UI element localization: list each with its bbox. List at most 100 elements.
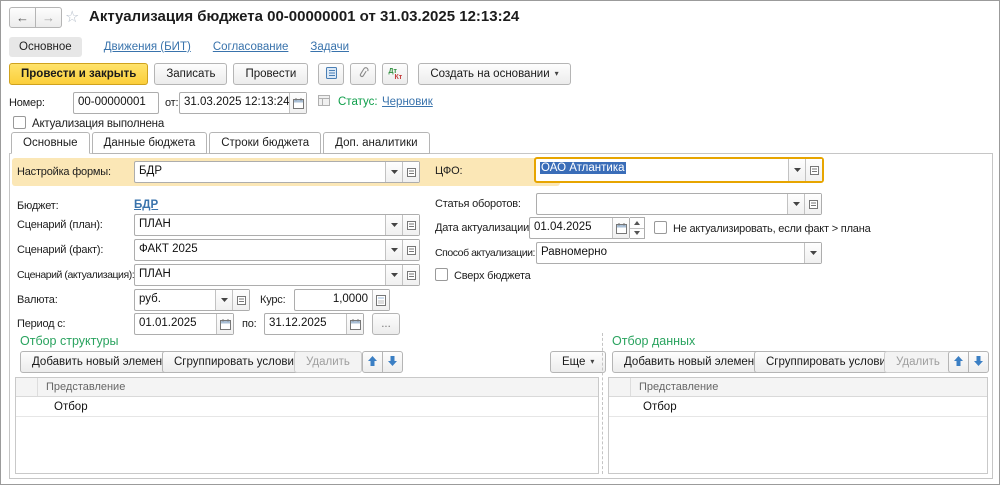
selection-column bbox=[16, 378, 38, 396]
data-column-header: Представление bbox=[631, 381, 718, 393]
attachments-button[interactable] bbox=[350, 63, 376, 85]
dropdown-button[interactable] bbox=[385, 162, 402, 182]
nav-links-row: Основное Движения (БИТ) Согласование Зад… bbox=[9, 37, 349, 57]
date-value: 31.03.2025 12:13:24 bbox=[180, 93, 289, 113]
document-window: ← → ☆ Актуализация бюджета 00-00000001 о… bbox=[0, 0, 1000, 485]
dropdown-button[interactable] bbox=[804, 243, 821, 263]
write-button[interactable]: Записать bbox=[154, 63, 227, 85]
calculator-button[interactable] bbox=[372, 290, 389, 310]
tab-budget-data[interactable]: Данные бюджета bbox=[92, 132, 208, 154]
structure-move-up-button[interactable] bbox=[362, 351, 383, 373]
act-method-value: Равномерно bbox=[537, 243, 804, 263]
number-field[interactable]: 00-00000001 bbox=[73, 92, 159, 114]
turnover-item-value bbox=[537, 194, 787, 214]
structure-add-button[interactable]: Добавить новый элемент bbox=[20, 351, 179, 373]
number-value: 00-00000001 bbox=[74, 93, 158, 113]
over-budget-checkbox[interactable] bbox=[435, 268, 448, 281]
data-move-down-button[interactable] bbox=[968, 351, 989, 373]
choose-button[interactable] bbox=[232, 290, 249, 310]
nav-item-approval[interactable]: Согласование bbox=[213, 41, 289, 53]
register-records-button[interactable] bbox=[318, 63, 344, 85]
structure-column-header: Представление bbox=[38, 381, 125, 393]
calendar-picker-button[interactable] bbox=[289, 93, 306, 113]
tab-extra-analytics[interactable]: Доп. аналитики bbox=[323, 132, 429, 154]
choose-button[interactable] bbox=[805, 159, 822, 181]
page-title: Актуализация бюджета 00-00000001 от 31.0… bbox=[89, 8, 519, 25]
form-setting-label: Настройка формы: bbox=[17, 166, 111, 178]
data-move-up-button[interactable] bbox=[948, 351, 969, 373]
number-label: Номер: bbox=[9, 97, 45, 109]
scenario-act-value: ПЛАН bbox=[135, 265, 385, 285]
calendar-picker-button[interactable] bbox=[216, 314, 233, 334]
post-button[interactable]: Провести bbox=[233, 63, 308, 85]
dropdown-button[interactable] bbox=[215, 290, 232, 310]
period-to-field[interactable]: 31.12.2025 bbox=[264, 313, 364, 335]
nav-item-main[interactable]: Основное bbox=[9, 37, 82, 57]
calendar-picker-button[interactable] bbox=[612, 218, 629, 238]
arrow-down-icon bbox=[387, 355, 398, 370]
actualization-done-checkbox[interactable] bbox=[13, 116, 26, 129]
act-date-field[interactable]: 01.04.2025 bbox=[529, 217, 630, 239]
date-field[interactable]: 31.03.2025 12:13:24 bbox=[179, 92, 307, 114]
form-setting-field[interactable]: БДР bbox=[134, 161, 420, 183]
scenario-plan-field[interactable]: ПЛАН bbox=[134, 214, 420, 236]
dropdown-button[interactable] bbox=[385, 265, 402, 285]
stepper-up-icon[interactable] bbox=[630, 218, 644, 228]
act-date-value: 01.04.2025 bbox=[530, 218, 612, 238]
data-group-button[interactable]: Сгруппировать условия bbox=[754, 351, 904, 373]
structure-move-down-button[interactable] bbox=[382, 351, 403, 373]
budget-label: Бюджет: bbox=[17, 200, 58, 212]
scenario-fact-label: Сценарий (факт): bbox=[17, 244, 103, 256]
back-button[interactable]: ← bbox=[9, 7, 36, 28]
data-delete-button[interactable]: Удалить bbox=[884, 351, 952, 373]
period-from-field[interactable]: 01.01.2025 bbox=[134, 313, 234, 335]
turnover-item-field[interactable] bbox=[536, 193, 822, 215]
act-method-field[interactable]: Равномерно bbox=[536, 242, 822, 264]
choose-button[interactable] bbox=[402, 215, 419, 235]
no-actualize-checkbox[interactable] bbox=[654, 221, 667, 234]
status-link[interactable]: Черновик bbox=[382, 96, 433, 108]
structure-table-row[interactable]: Отбор bbox=[16, 397, 598, 417]
dropdown-button[interactable] bbox=[788, 159, 805, 181]
data-table-row[interactable]: Отбор bbox=[609, 397, 987, 417]
tab-budget-rows[interactable]: Строки бюджета bbox=[209, 132, 321, 154]
calendar-icon bbox=[220, 319, 231, 330]
actualization-done-label: Актуализация выполнена bbox=[32, 118, 164, 130]
structure-delete-button[interactable]: Удалить bbox=[294, 351, 362, 373]
data-add-button[interactable]: Добавить новый элемент bbox=[612, 351, 771, 373]
currency-field[interactable]: руб. bbox=[134, 289, 250, 311]
dropdown-button[interactable] bbox=[385, 215, 402, 235]
stepper-down-icon[interactable] bbox=[630, 228, 644, 239]
structure-more-button[interactable]: Еще ▾ bbox=[550, 351, 606, 373]
choose-button[interactable] bbox=[402, 265, 419, 285]
document-journal-icon[interactable] bbox=[317, 94, 331, 110]
act-date-stepper[interactable] bbox=[630, 217, 645, 239]
cfo-field[interactable]: ОАО Атлантика bbox=[534, 157, 824, 183]
dropdown-button[interactable] bbox=[787, 194, 804, 214]
structure-group-button[interactable]: Сгруппировать условия bbox=[162, 351, 312, 373]
section-separator bbox=[602, 333, 603, 474]
choose-icon bbox=[407, 221, 416, 230]
calendar-picker-button[interactable] bbox=[346, 314, 363, 334]
cfo-value: ОАО Атлантика bbox=[540, 162, 626, 174]
dropdown-button[interactable] bbox=[385, 240, 402, 260]
dt-kt-button[interactable]: Дт Кт bbox=[382, 63, 408, 85]
scenario-act-field[interactable]: ПЛАН bbox=[134, 264, 420, 286]
choose-button[interactable] bbox=[804, 194, 821, 214]
period-more-button[interactable]: ... bbox=[372, 313, 400, 335]
budget-link[interactable]: БДР bbox=[134, 199, 158, 211]
create-on-basis-button[interactable]: Создать на основании ▾ bbox=[418, 63, 570, 85]
favorite-star-icon[interactable]: ☆ bbox=[65, 7, 79, 27]
nav-item-movements[interactable]: Движения (БИТ) bbox=[104, 41, 191, 53]
post-and-close-button[interactable]: Провести и закрыть bbox=[9, 63, 148, 85]
scenario-fact-field[interactable]: ФАКТ 2025 bbox=[134, 239, 420, 261]
choose-button[interactable] bbox=[402, 240, 419, 260]
nav-item-tasks[interactable]: Задачи bbox=[310, 41, 349, 53]
choose-button[interactable] bbox=[402, 162, 419, 182]
rate-field[interactable]: 1,0000 bbox=[294, 289, 390, 311]
tab-main[interactable]: Основные bbox=[11, 132, 90, 154]
structure-selection-table: Представление Отбор bbox=[15, 377, 599, 474]
forward-button[interactable]: → bbox=[35, 7, 62, 28]
scenario-plan-value: ПЛАН bbox=[135, 215, 385, 235]
choose-icon bbox=[809, 200, 818, 209]
